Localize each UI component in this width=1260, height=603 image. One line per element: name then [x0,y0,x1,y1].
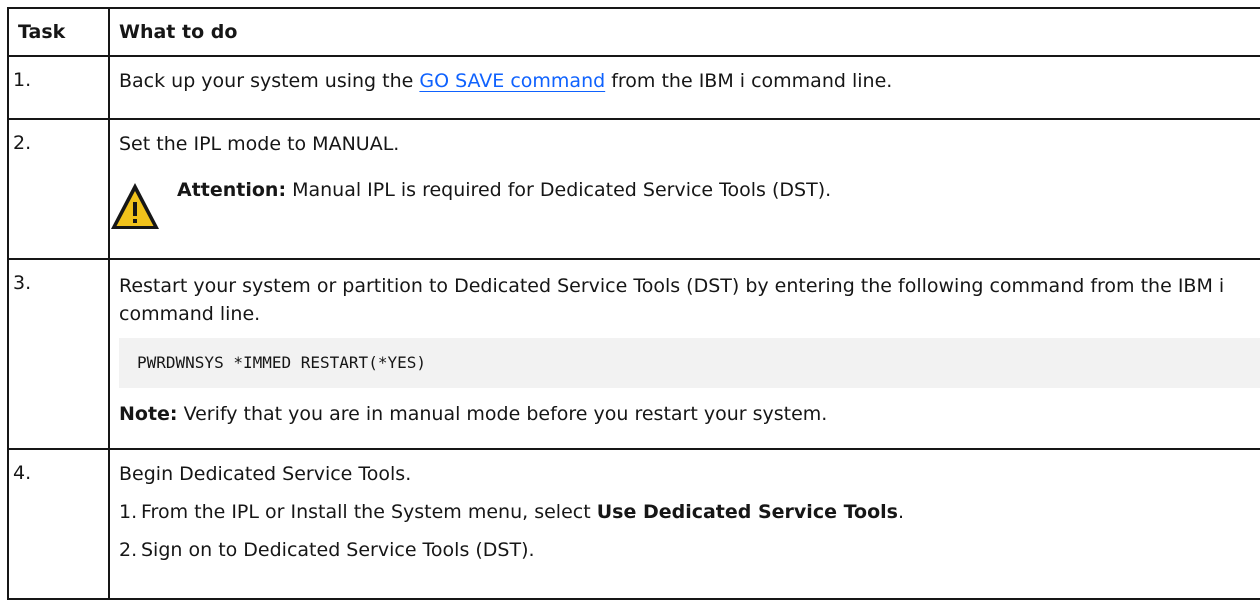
note-text: Verify that you are in manual mode befor… [177,403,828,425]
task-text: Restart your system or partition to Dedi… [119,275,1225,325]
task-number: 3. [7,258,110,450]
steps-list: 1. From the IPL or Install the System me… [119,500,1260,562]
step-text: . [897,501,904,523]
attention-label: Attention: [177,179,287,201]
task-table: Task What to do 1. Back up your system u… [7,7,1260,600]
command-code-block: PWRDWNSYS *IMMED RESTART(*YES) [119,338,1260,388]
step-text: From the IPL or Install the System menu,… [141,501,597,523]
attention-text: Manual IPL is required for Dedicated Ser… [286,179,832,201]
header-row: Task What to do [7,7,1260,57]
task-number: 4. [7,448,110,600]
task-number: 1. [7,55,110,120]
go-save-command-link[interactable]: GO SAVE command [419,70,605,92]
note: Note: Verify that you are in manual mode… [119,402,1260,426]
step-bold-text: Use Dedicated Service Tools [596,501,898,523]
table-row: 4. Begin Dedicated Service Tools. 1. Fro… [7,448,1260,600]
task-text: from the IBM i command line. [605,70,893,92]
task-description: Restart your system or partition to Dedi… [108,258,1260,450]
table-row: 1. Back up your system using the GO SAVE… [7,55,1260,120]
step-number: 2. [119,539,138,561]
task-description: Set the IPL mode to MANUAL. Attention: M… [108,118,1260,260]
step-text: Sign on to Dedicated Service Tools (DST)… [141,539,535,561]
task-description: Back up your system using the GO SAVE co… [108,55,1260,120]
header-what-to-do: What to do [108,7,1260,57]
list-item: 1. From the IPL or Install the System me… [119,500,1260,524]
list-item: 2. Sign on to Dedicated Service Tools (D… [119,538,1260,562]
step-number: 1. [119,501,138,523]
warning-triangle-icon [111,183,159,229]
task-text: Set the IPL mode to MANUAL. [119,133,400,155]
header-task: Task [7,7,110,57]
attention-notice: Attention: Manual IPL is required for De… [111,174,1260,232]
note-label: Note: [119,403,178,425]
table-row: 3. Restart your system or partition to D… [7,258,1260,450]
task-text: Back up your system using the [119,70,420,92]
task-number: 2. [7,118,110,260]
table-row: 2. Set the IPL mode to MANUAL. Attention… [7,118,1260,260]
task-text: Begin Dedicated Service Tools. [119,463,412,485]
task-description: Begin Dedicated Service Tools. 1. From t… [108,448,1260,600]
